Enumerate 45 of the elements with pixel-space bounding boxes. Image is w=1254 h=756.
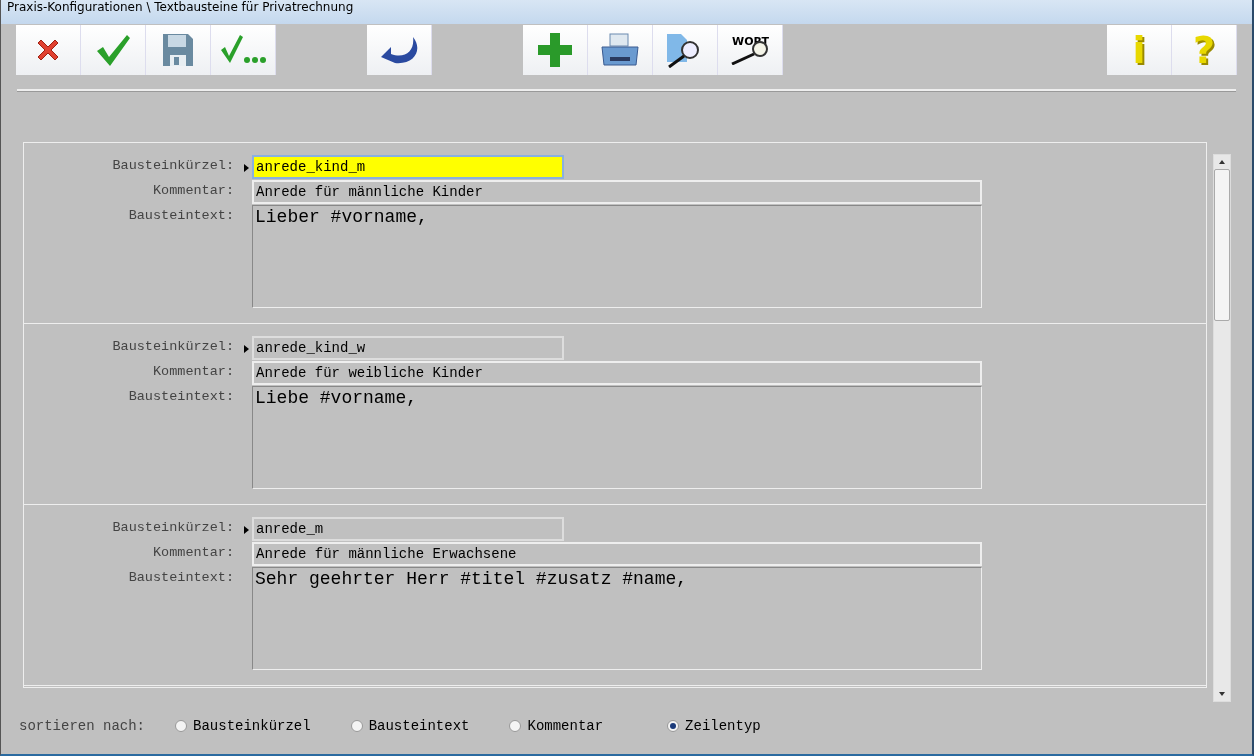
- plus-icon: [537, 32, 573, 68]
- save-button[interactable]: [146, 25, 211, 75]
- shortcut-field[interactable]: anrede_kind_w: [252, 336, 564, 360]
- field-label: Bausteintext:: [127, 569, 234, 587]
- comment-field[interactable]: Anrede für weibliche Kinder: [252, 361, 982, 385]
- field-label: Kommentar:: [152, 363, 234, 381]
- text-area[interactable]: Lieber #vorname,: [252, 205, 982, 308]
- field-label: Bausteinkürzel:: [111, 338, 234, 356]
- sort-radio[interactable]: Zeilentyp: [667, 718, 761, 734]
- field-label: Kommentar:: [152, 544, 234, 562]
- field-label: Bausteintext:: [127, 388, 234, 406]
- checkmark-icon: [95, 33, 131, 67]
- field-label: Bausteinkürzel:: [111, 157, 234, 175]
- undo-button[interactable]: [367, 25, 432, 75]
- add-button[interactable]: [523, 25, 588, 75]
- window-title: Praxis-Konfigurationen \ Textbausteine für Privatrechnung: [1, 0, 1252, 24]
- print-button[interactable]: [588, 25, 653, 75]
- shortcut-field[interactable]: anrede_m: [252, 517, 564, 541]
- printer-icon: [600, 33, 640, 67]
- sort-label: sortieren nach:: [19, 718, 146, 734]
- text-area[interactable]: Liebe #vorname,: [252, 386, 982, 489]
- field-label: Bausteinkürzel:: [111, 519, 234, 537]
- ok-more-button[interactable]: [211, 25, 276, 75]
- field-label: Kommentar:: [152, 182, 234, 200]
- cancel-button[interactable]: [16, 25, 81, 75]
- vertical-scrollbar[interactable]: [1213, 154, 1231, 702]
- sort-radio[interactable]: Bausteinkürzel: [175, 718, 311, 734]
- shortcut-field[interactable]: anrede_kind_m: [252, 155, 564, 179]
- checkmark-dots-icon: [220, 33, 266, 64]
- sort-radio[interactable]: Bausteintext: [350, 718, 470, 734]
- comment-field[interactable]: Anrede für männliche Kinder: [252, 180, 982, 204]
- field-label: Bausteintext:: [127, 207, 234, 225]
- search-button[interactable]: [653, 25, 718, 75]
- info-icon: i: [1132, 30, 1146, 70]
- help-icon: ?: [1192, 30, 1215, 70]
- ok-button[interactable]: [81, 25, 146, 75]
- record-pointer-icon: [244, 345, 249, 353]
- record-pointer-icon: [244, 164, 249, 172]
- comment-field[interactable]: Anrede für männliche Erwachsene: [252, 542, 982, 566]
- record-pointer-icon: [244, 526, 249, 534]
- sort-radio[interactable]: Kommentar: [509, 718, 604, 734]
- text-area[interactable]: Sehr geehrter Herr #titel #zusatz #name,: [252, 567, 982, 670]
- scroll-down-icon: [1219, 692, 1225, 696]
- scroll-thumb[interactable]: [1214, 169, 1230, 321]
- scroll-up-icon: [1219, 160, 1225, 164]
